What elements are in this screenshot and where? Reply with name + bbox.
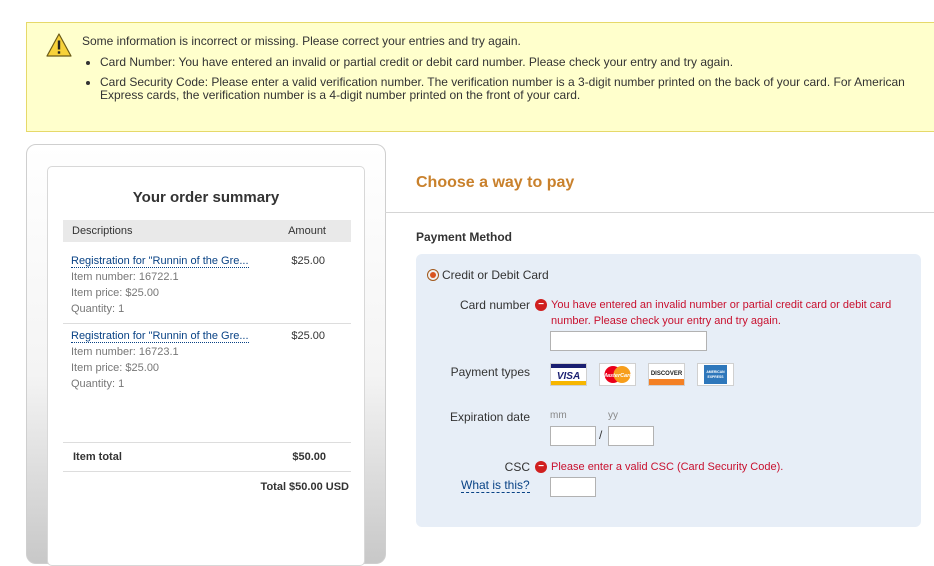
credit-card-radio-label[interactable]: Credit or Debit Card bbox=[442, 268, 549, 282]
csc-label: CSC bbox=[504, 460, 530, 474]
summary-table-header: Descriptions Amount bbox=[63, 220, 351, 242]
card-number-label: Card number bbox=[459, 298, 530, 312]
item-total-value: $50.00 bbox=[292, 451, 326, 463]
item-number: Item number: 16722.1 bbox=[71, 271, 179, 283]
section-divider bbox=[385, 212, 934, 213]
item-price: Item price: $25.00 bbox=[71, 287, 160, 299]
page-title: Choose a way to pay bbox=[416, 174, 575, 191]
expiration-month-input[interactable] bbox=[550, 426, 596, 446]
card-number-error: You have entered an invalid number or pa… bbox=[551, 299, 892, 327]
expiration-separator: / bbox=[599, 428, 603, 442]
item-total-label: Item total bbox=[73, 451, 122, 463]
alert-list: Card Number: You have entered an invalid… bbox=[82, 56, 932, 109]
csc-error: Please enter a valid CSC (Card Security … bbox=[551, 461, 784, 473]
credit-card-radio[interactable] bbox=[427, 269, 439, 281]
yy-hint: yy bbox=[608, 410, 618, 421]
alert-item-csc: Card Security Code: Please enter a valid… bbox=[100, 76, 932, 102]
discover-icon: DISCOVER bbox=[648, 363, 685, 386]
mm-hint: mm bbox=[550, 410, 567, 421]
item-link[interactable]: Registration for "Runnin of the Gre... bbox=[71, 255, 249, 268]
error-icon: − bbox=[535, 299, 547, 311]
item-amount: $25.00 bbox=[291, 255, 325, 267]
svg-text:AMERICAN: AMERICAN bbox=[706, 370, 725, 374]
mastercard-icon: MasterCard bbox=[599, 363, 636, 386]
item-divider bbox=[63, 323, 351, 324]
svg-text:MasterCard: MasterCard bbox=[602, 373, 633, 379]
item-quantity: Quantity: 1 bbox=[71, 378, 125, 390]
alert-intro: Some information is incorrect or missing… bbox=[82, 34, 521, 48]
warning-icon bbox=[46, 33, 72, 57]
card-number-input[interactable] bbox=[550, 331, 707, 351]
svg-text:VISA: VISA bbox=[557, 371, 580, 382]
total-divider-bottom bbox=[63, 471, 351, 472]
svg-text:DISCOVER: DISCOVER bbox=[651, 371, 683, 377]
csc-input[interactable] bbox=[550, 477, 596, 497]
item-price: Item price: $25.00 bbox=[71, 362, 160, 374]
what-is-csc-link[interactable]: What is this? bbox=[461, 478, 530, 493]
visa-icon: VISA bbox=[550, 363, 587, 386]
payment-types-label: Payment types bbox=[450, 365, 530, 379]
order-summary-title: Your order summary bbox=[132, 189, 280, 206]
expiration-label: Expiration date bbox=[449, 410, 530, 424]
error-icon: − bbox=[535, 461, 547, 473]
grand-total: Total $50.00 USD bbox=[260, 481, 349, 493]
col-amount: Amount bbox=[288, 225, 326, 237]
expiration-year-input[interactable] bbox=[608, 426, 654, 446]
error-alert: Some information is incorrect or missing… bbox=[26, 22, 934, 132]
total-divider-top bbox=[63, 442, 351, 443]
item-quantity: Quantity: 1 bbox=[71, 303, 125, 315]
amex-icon: AMERICAN EXPRESS bbox=[697, 363, 734, 386]
payment-method-title: Payment Method bbox=[416, 230, 513, 244]
item-amount: $25.00 bbox=[291, 330, 325, 342]
col-descriptions: Descriptions bbox=[72, 225, 133, 237]
item-number: Item number: 16723.1 bbox=[71, 346, 179, 358]
order-summary: Your order summary Descriptions Amount R… bbox=[47, 166, 365, 566]
item-link[interactable]: Registration for "Runnin of the Gre... bbox=[71, 330, 249, 343]
svg-text:EXPRESS: EXPRESS bbox=[707, 375, 724, 379]
alert-item-card-number: Card Number: You have entered an invalid… bbox=[100, 56, 932, 69]
